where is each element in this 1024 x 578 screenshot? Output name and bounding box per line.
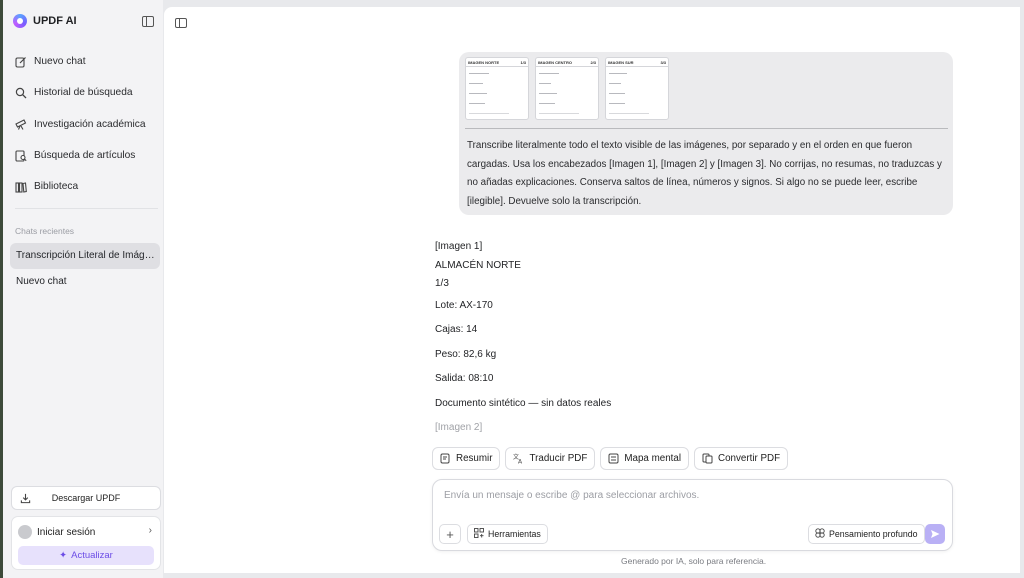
download-label: Descargar UPDF (51, 493, 121, 503)
avatar (18, 525, 32, 539)
sidebar-item-article-search[interactable]: Búsqueda de artículos (11, 140, 161, 171)
sidebar-item-academic-research[interactable]: Investigación académica (11, 109, 161, 140)
sidebar-item-label: Búsqueda de artículos (34, 150, 136, 162)
user-message-bubble: IMAGEN NORTE 1/3 IMAGEN CENTRO 2/3 IMAGEN … (459, 52, 953, 215)
summarize-button[interactable]: Resumir (432, 447, 501, 470)
sidebar-collapse-icon[interactable] (142, 16, 154, 27)
sidebar-item-label: Historial de búsqueda (34, 87, 133, 99)
sidebar-item-new-chat[interactable]: Nuevo chat (11, 46, 161, 77)
upgrade-label: Actualizar (71, 550, 113, 561)
tools-icon (474, 528, 484, 540)
convert-icon (702, 453, 713, 464)
sidebar-item-library[interactable]: Biblioteca (11, 171, 161, 202)
quick-actions: Resumir 文A Traducir PDF Mapa mental Conv… (432, 447, 789, 470)
recent-chats-heading: Chats recientes (15, 226, 75, 236)
response-line: 1/3 (435, 278, 449, 289)
translate-icon: 文A (513, 453, 524, 464)
login-row[interactable]: Iniciar sesión (18, 525, 95, 539)
assistant-response: [Imagen 1] ALMACÉN NORTE 1/3 Lote: AX-17… (435, 238, 755, 441)
message-composer: + Herramientas Pensamiento profundo (432, 479, 953, 551)
recent-chats-list: Transcripción Literal de Imágenes Nuevo … (10, 243, 160, 295)
translate-label: Traducir PDF (529, 453, 588, 464)
recent-chat-item[interactable]: Nuevo chat (10, 269, 160, 295)
summarize-label: Resumir (456, 453, 493, 464)
response-paragraph: Lote: AX-170 (435, 299, 493, 311)
response-paragraph: Peso: 82,6 kg (435, 348, 497, 360)
sidebar-divider (15, 208, 158, 209)
chevron-right-icon[interactable]: › (149, 525, 152, 536)
attachment-label: IMAGEN SUR (608, 60, 634, 65)
message-divider (465, 128, 948, 129)
convert-pdf-button[interactable]: Convertir PDF (694, 447, 789, 470)
response-paragraph: Documento sintético — sin datos reales (435, 397, 612, 409)
brand-name: UPDF AI (33, 15, 77, 27)
search-icon (15, 87, 27, 99)
plus-icon: + (446, 526, 454, 542)
svg-text:A: A (518, 459, 523, 465)
article-search-icon (15, 149, 27, 162)
updf-logo-icon (13, 14, 27, 28)
login-label: Iniciar sesión (37, 526, 96, 538)
edit-icon (15, 56, 27, 68)
attachment-label: IMAGEN CENTRO (538, 60, 572, 65)
brand: UPDF AI (13, 14, 77, 28)
sidebar-item-search-history[interactable]: Historial de búsqueda (11, 77, 161, 108)
response-line: ALMACÉN NORTE (435, 259, 521, 271)
attachment-thumbnail[interactable]: IMAGEN SUR 3/3 (605, 57, 669, 120)
response-paragraph: Salida: 08:10 (435, 373, 494, 385)
send-button[interactable] (925, 524, 945, 544)
sidebar-toggle-icon[interactable] (175, 18, 187, 28)
recent-chat-item[interactable]: Transcripción Literal de Imágenes (10, 243, 160, 269)
response-paragraph-faded: [Imagen 2] (435, 422, 483, 434)
response-line: [Imagen 1] (435, 241, 483, 252)
tools-label: Herramientas (488, 529, 541, 539)
telescope-icon (15, 118, 27, 131)
chat-main: IMAGEN NORTE 1/3 IMAGEN CENTRO 2/3 IMAGEN … (164, 7, 1020, 573)
sidebar-item-label: Biblioteca (34, 181, 79, 193)
deep-thinking-icon (815, 528, 825, 540)
account-panel: Iniciar sesión › ✦ Actualizar (11, 516, 161, 570)
sidebar-nav: Nuevo chat Historial de búsqueda Investi… (11, 46, 161, 202)
sidebar-item-label: Investigación académica (34, 118, 146, 130)
attachment-thumbnails: IMAGEN NORTE 1/3 IMAGEN CENTRO 2/3 IMAGEN … (465, 57, 669, 120)
attachment-thumbnail[interactable]: IMAGEN CENTRO 2/3 (535, 57, 599, 120)
translate-pdf-button[interactable]: 文A Traducir PDF (505, 447, 596, 470)
add-attachment-button[interactable]: + (439, 524, 461, 544)
download-icon (20, 493, 31, 504)
mindmap-icon (608, 453, 619, 464)
sidebar-item-label: Nuevo chat (34, 56, 86, 68)
deep-thinking-label: Pensamiento profundo (829, 529, 918, 539)
download-updf-button[interactable]: Descargar UPDF (11, 486, 161, 510)
ai-disclaimer: Generado por IA, solo para referencia. (621, 556, 767, 566)
upgrade-button[interactable]: ✦ Actualizar (18, 546, 154, 565)
sidebar: UPDF AI Nuevo chat Historial de búsqueda… (3, 0, 163, 578)
mind-map-label: Mapa mental (624, 453, 682, 464)
convert-label: Convertir PDF (718, 453, 781, 464)
send-icon (931, 530, 940, 538)
message-input[interactable] (444, 490, 934, 501)
library-icon (15, 181, 27, 193)
user-message-text: Transcribe literalmente todo el texto vi… (467, 140, 942, 207)
sparkle-icon: ✦ (59, 550, 68, 561)
attachment-label: IMAGEN NORTE (468, 60, 500, 65)
summarize-icon (440, 453, 451, 464)
tools-button[interactable]: Herramientas (467, 524, 548, 544)
attachment-thumbnail[interactable]: IMAGEN NORTE 1/3 (465, 57, 529, 120)
response-paragraph: Cajas: 14 (435, 324, 478, 336)
deep-thinking-button[interactable]: Pensamiento profundo (808, 524, 925, 544)
mind-map-button[interactable]: Mapa mental (600, 447, 690, 470)
